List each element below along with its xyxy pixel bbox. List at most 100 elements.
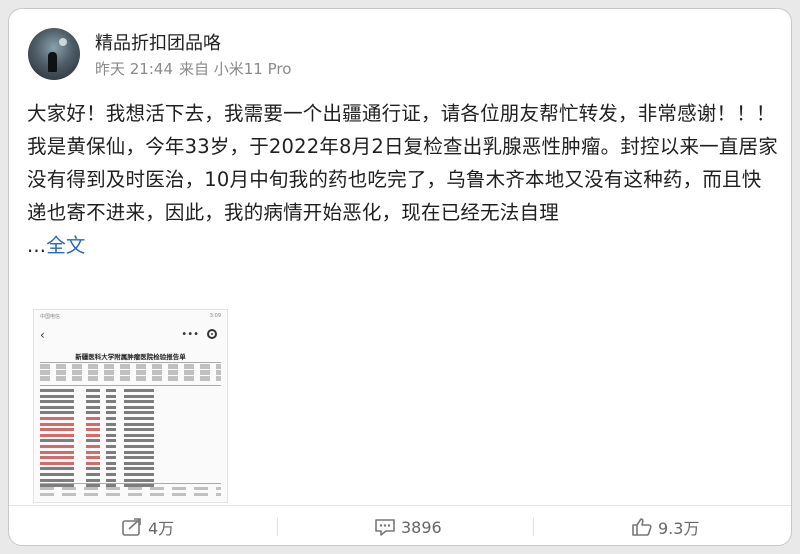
post-meta: 昨天 21:44 来自 小米11 Pro [95,58,297,79]
report-cell [40,444,74,448]
share-icon [122,518,141,536]
report-cell [40,439,74,443]
report-cell [40,456,74,460]
post-paragraph-2-text: 我是黄保仙，今年33岁，于2022年8月2日复检查出乳腺恶性肿瘤。封控以来一直居… [27,135,778,224]
report-cell [106,450,116,454]
report-cell [106,461,116,465]
report-cell [124,405,154,409]
report-cell [124,400,154,404]
image-clock: 3:09 [209,313,221,319]
back-arrow-icon: ‹ [40,328,45,342]
report-cell [106,478,116,482]
report-cell [106,467,116,471]
report-cell [86,461,100,465]
report-cell [106,400,116,404]
report-cell [124,472,154,476]
report-cell [86,400,100,404]
report-cell [86,422,100,426]
action-bar: 4万 3896 9.3万 [9,506,791,545]
report-cell [106,428,116,432]
report-cell [106,472,116,476]
post-body: 大家好！我想活下去，我需要一个出疆通行证，请各位朋友帮忙转发，非常感谢！！！ 我… [27,97,779,262]
report-patient-info [40,362,221,386]
comment-button[interactable]: 3896 [374,516,442,538]
avatar-figure [48,52,57,72]
post-time[interactable]: 昨天 21:44 [95,60,173,78]
report-cell [86,433,100,437]
report-cell [106,422,116,426]
report-cell [106,411,116,415]
report-cell [86,467,100,471]
report-cell [40,472,74,476]
weibo-post-card: 精品折扣团品咯 昨天 21:44 来自 小米11 Pro 大家好！我想活下去，我需… [8,8,792,546]
report-cell [106,394,116,398]
report-cell [124,456,154,460]
thumbs-up-icon [632,518,652,536]
report-cell [124,428,154,432]
like-button[interactable]: 9.3万 [631,516,699,538]
comment-icon [375,519,395,536]
report-cell [106,405,116,409]
report-cell [86,428,100,432]
report-cell [124,467,154,471]
report-cell [40,400,74,404]
separator [277,518,278,536]
report-cell [124,433,154,437]
report-cell [124,394,154,398]
report-cell [124,416,154,420]
report-cell [106,439,116,443]
post-paragraph-2: 我是黄保仙，今年33岁，于2022年8月2日复检查出乳腺恶性肿瘤。封控以来一直居… [27,130,779,262]
report-cell [40,461,74,465]
report-cell [124,411,154,415]
report-cell [86,456,100,460]
report-cell [106,456,116,460]
report-cell [124,444,154,448]
image-status-bar: 中国电信 3:09 [40,313,221,321]
repost-button[interactable]: 4万 [121,516,174,538]
like-count: 9.3万 [658,519,700,538]
report-cell [40,389,74,392]
repost-count: 4万 [148,519,175,538]
avatar[interactable] [28,28,80,80]
report-cell [124,422,154,426]
report-cell [86,389,100,392]
report-cell [106,389,116,392]
full-text-link[interactable]: 全文 [46,234,85,257]
report-cell [40,394,74,398]
report-cell [86,405,100,409]
report-cell [40,405,74,409]
report-cell [40,478,74,482]
report-cell [86,416,100,420]
report-cell [86,478,100,482]
report-footer [40,483,221,498]
report-cell [86,450,100,454]
report-cell [40,422,74,426]
report-cell [124,450,154,454]
report-cell [86,439,100,443]
report-cell [124,478,154,482]
username[interactable]: 精品折扣团品咯 [95,29,221,55]
report-cell [124,439,154,443]
report-cell [124,389,154,392]
report-cell [40,467,74,471]
comment-count: 3896 [401,517,442,537]
report-cell [86,472,100,476]
report-cell [40,450,74,454]
report-cell [40,416,74,420]
attached-image-report[interactable]: 中国电信 3:09 ‹ ••• 新疆医科大学附属肿瘤医院检验报告单 [33,309,228,503]
post-source: 来自 小米11 Pro [179,60,292,78]
report-rows [40,388,221,489]
avatar-moon [59,38,67,46]
report-cell [124,461,154,465]
report-cell [86,444,100,448]
report-title: 新疆医科大学附属肿瘤医院检验报告单 [75,353,186,361]
report-cell [40,428,74,432]
ellipsis: ... [27,234,47,257]
image-nav-row: ‹ ••• [40,328,221,344]
report-cell [106,444,116,448]
target-icon [207,329,217,339]
report-cell [86,394,100,398]
post-paragraph-1: 大家好！我想活下去，我需要一个出疆通行证，请各位朋友帮忙转发，非常感谢！！！ [27,102,776,125]
separator [533,518,534,536]
report-cell [106,416,116,420]
